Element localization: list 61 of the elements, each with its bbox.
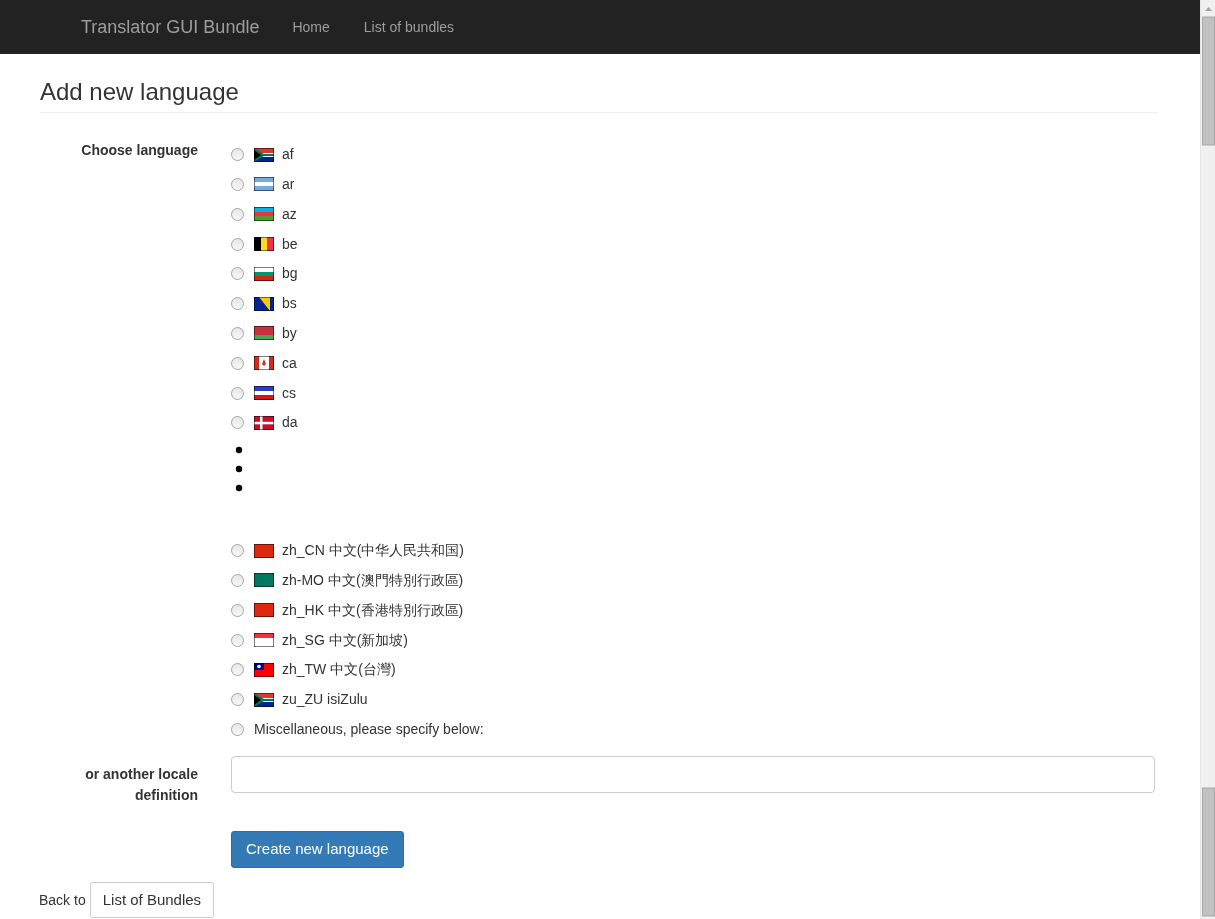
list-of-bundles-button[interactable]: List of Bundles (89, 881, 215, 919)
language-radio[interactable] (231, 267, 244, 281)
language-radio[interactable] (231, 603, 244, 617)
flag-icon (254, 662, 274, 677)
flag-icon (254, 692, 274, 707)
language-label: zh-MO 中文(澳門特別行政區) (282, 570, 464, 590)
nav-link[interactable]: Home (275, 16, 347, 38)
language-label: az (282, 204, 297, 224)
language-radio[interactable] (231, 148, 244, 162)
language-label: ca (282, 353, 297, 373)
language-label: zh_TW 中文(台灣) (282, 660, 396, 680)
language-radio[interactable] (231, 207, 244, 221)
page-heading: Add new language (40, 78, 1157, 113)
language-label: cs (282, 383, 296, 403)
language-label: zh_HK 中文(香港特別行政區) (282, 600, 464, 620)
language-radio[interactable] (231, 178, 244, 191)
flag-icon (254, 147, 274, 162)
language-radio[interactable] (231, 693, 244, 707)
language-label: af (282, 145, 294, 165)
flag-icon (254, 356, 274, 371)
flag-icon (254, 573, 274, 588)
field-label: Choose language (81, 141, 198, 158)
language-label: ar (282, 175, 295, 194)
flag-icon (254, 296, 274, 311)
language-radio[interactable] (231, 663, 244, 677)
language-label: be (282, 234, 298, 254)
flag-icon (254, 237, 274, 252)
language-label: Miscellaneous, please specify below: (254, 719, 484, 739)
flag-icon (254, 207, 274, 222)
brand-link[interactable]: Translator GUI Bundle (81, 13, 260, 41)
language-label: by (282, 323, 297, 343)
locale-input-field[interactable] (231, 756, 1155, 794)
language-radio[interactable] (231, 386, 244, 400)
flag-icon (254, 266, 274, 281)
field-label: or another locale definition (85, 766, 198, 804)
create-language-button[interactable]: Create new language (231, 831, 404, 868)
language-radio[interactable] (231, 297, 244, 311)
language-radio[interactable] (231, 722, 244, 736)
back-to-text: Back to (39, 890, 86, 910)
language-label: bs (282, 294, 297, 314)
language-radio[interactable] (231, 544, 244, 558)
vertical-ellipsis-icon (235, 445, 243, 492)
language-label: da (282, 413, 298, 433)
flag-icon (254, 326, 274, 341)
language-radio[interactable] (231, 573, 244, 587)
flag-icon (254, 603, 274, 618)
language-label: bg (282, 264, 298, 284)
language-label: zh_SG 中文(新加坡) (282, 630, 408, 650)
language-radio[interactable] (231, 416, 244, 430)
flag-icon (254, 177, 274, 192)
language-radio[interactable] (231, 633, 244, 647)
flag-icon (254, 415, 274, 430)
flag-icon (254, 543, 274, 558)
nav-link[interactable]: List of bundles (346, 16, 472, 38)
language-label: zu_ZU isiZulu (282, 690, 368, 710)
flag-icon (254, 633, 274, 648)
language-radio[interactable] (231, 237, 244, 251)
flag-icon (254, 386, 274, 401)
language-radio[interactable] (231, 356, 244, 370)
language-label: zh_CN 中文(中华人民共和国) (282, 541, 464, 561)
language-radio[interactable] (231, 326, 244, 340)
